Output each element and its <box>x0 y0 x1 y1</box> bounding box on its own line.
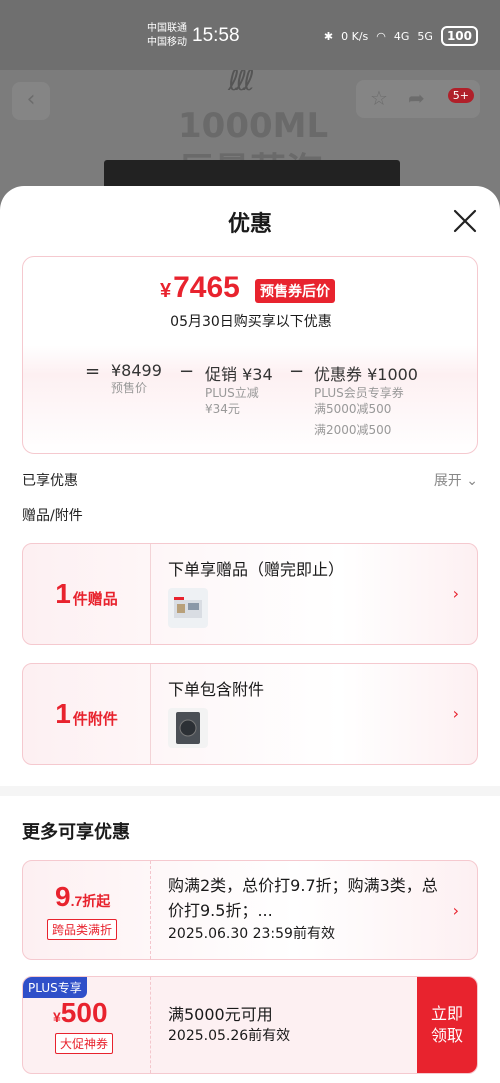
steam-icon: ℓℓℓ <box>228 70 255 97</box>
promo-desc-1: PLUS立减 <box>205 386 259 400</box>
expand-label: 展开 <box>433 473 462 489</box>
claim-coupon-button[interactable]: 立即 领取 <box>417 977 477 1073</box>
expand-button[interactable]: 展开 ⌄ <box>434 470 478 490</box>
accessory-count-number: 1 <box>55 698 71 729</box>
discount-rate-suffix: .7折起 <box>70 893 111 909</box>
coupon-tag: 大促神券 <box>55 1033 114 1054</box>
share-icon[interactable]: ➦ <box>408 86 425 110</box>
gift-card[interactable]: 1 件赠品 下单享赠品（赠完即止） › <box>22 543 478 645</box>
gift-count-unit: 件赠品 <box>72 589 118 608</box>
presale-price: ¥8499 <box>111 361 162 380</box>
accessory-thumbnail <box>168 708 208 748</box>
coupon-currency: ¥ <box>53 1009 61 1025</box>
equals-sign: = <box>85 361 101 382</box>
status-bar: 中国联通 中国移动 15:58 ✱ 0 K/s ◠ 4G 5G 100 <box>0 0 500 70</box>
battery-indicator: 100 <box>440 26 478 46</box>
presale-price-item: ¥8499 预售价 <box>111 361 162 396</box>
promo-item: 促销 ¥34 PLUS立减 ¥34元 <box>205 361 273 417</box>
promo-title: 促销 ¥34 <box>205 365 273 384</box>
sheet-title: 优惠 <box>227 212 272 237</box>
promo-desc-2: ¥34元 <box>205 402 240 416</box>
price-summary-card: ¥7465 预售券后价 05月30日购买享以下优惠 = ¥8499 预售价 − … <box>22 256 478 454</box>
discount-rate: 9.7折起 <box>55 881 110 913</box>
discount-rate-number: 9 <box>55 881 71 912</box>
gift-count-number: 1 <box>55 578 71 609</box>
coupon-title: 优惠券 ¥1000 <box>314 365 418 384</box>
gift-section-label: 赠品/附件 <box>22 508 83 524</box>
carrier-1: 中国联通 <box>147 23 187 34</box>
more-discounts-title: 更多可享优惠 <box>22 822 130 843</box>
gift-title: 下单享赠品（赠完即止） <box>168 560 345 579</box>
background-product-page: ‹ ℓℓℓ 1000ML 巨量蒸汽 ☆ ➦ 5+ <box>0 70 500 200</box>
final-price-value: 7465 <box>173 271 240 304</box>
enjoyed-label: 已享优惠 <box>22 473 78 489</box>
back-button[interactable]: ‹ <box>12 82 50 120</box>
discount-sheet: 优惠 ¥7465 预售券后价 05月30日购买享以下优惠 = ¥8499 预售价… <box>0 186 500 1083</box>
carrier-2: 中国移动 <box>147 37 187 48</box>
discount-left-panel: 9.7折起 跨品类满折 <box>23 861 151 959</box>
signal-4g: 4G <box>393 29 410 43</box>
coupon-amount: ¥500 <box>53 997 108 1029</box>
coupon-validity: 2025.05.26前有效 <box>168 1028 291 1044</box>
accessory-title: 下单包含附件 <box>168 680 265 699</box>
coupon-desc-3: 满2000减500 <box>314 423 392 437</box>
coupon-left-panel: PLUS专享 ¥500 大促神券 <box>23 977 151 1073</box>
coupon-amount-value: 500 <box>60 997 108 1028</box>
accessory-count: 1 件附件 <box>23 664 151 764</box>
minus-sign-1: − <box>179 361 195 382</box>
carrier-info: 中国联通 中国移动 <box>147 22 187 50</box>
chevron-right-icon: › <box>452 584 459 603</box>
cart-badge: 5+ <box>447 88 474 103</box>
system-icons: ✱ 0 K/s ◠ 4G 5G 100 <box>324 26 478 46</box>
coupon-item: 优惠券 ¥1000 PLUS会员专享券 满5000减500 满2000减500 <box>314 361 418 438</box>
gift-thumbnail <box>168 588 208 628</box>
final-price-tag: 预售券后价 <box>255 279 335 303</box>
coupon-condition: 满5000元可用 <box>168 1005 273 1024</box>
net-speed: 0 K/s <box>341 29 369 43</box>
final-price: ¥7465 <box>160 271 240 305</box>
final-price-symbol: ¥ <box>160 280 172 302</box>
section-divider <box>0 786 500 796</box>
discount-description: 购满2类，总价打9.7折；购满3类，总价打9.5折；... <box>168 876 438 920</box>
top-actions: ☆ ➦ 5+ <box>356 80 480 118</box>
minus-sign-2: − <box>289 361 305 382</box>
coupon-desc-2: 满5000减500 <box>314 402 392 416</box>
close-icon[interactable] <box>452 208 478 234</box>
chevron-right-icon: › <box>452 901 459 920</box>
signal-5g: 5G <box>417 29 433 43</box>
wifi-icon: ◠ <box>376 29 386 43</box>
plus-coupon-card: PLUS专享 ¥500 大促神券 满5000元可用 2025.05.26前有效 … <box>22 976 478 1074</box>
chevron-right-icon: › <box>452 704 459 723</box>
plus-exclusive-badge: PLUS专享 <box>23 977 87 998</box>
presale-label: 预售价 <box>111 381 148 395</box>
accessory-count-unit: 件附件 <box>72 709 118 728</box>
chevron-down-icon: ⌄ <box>466 473 478 489</box>
accessory-card[interactable]: 1 件附件 下单包含附件 › <box>22 663 478 765</box>
coupon-desc-1: PLUS会员专享券 <box>314 386 404 400</box>
steam-capacity-text: 1000ML <box>178 106 329 146</box>
cross-category-discount-card[interactable]: 9.7折起 跨品类满折 购满2类，总价打9.7折；购满3类，总价打9.5折；..… <box>22 860 478 960</box>
favorite-icon[interactable]: ☆ <box>370 86 388 110</box>
clock: 15:58 <box>192 25 240 46</box>
discount-validity: 2025.06.30 23:59前有效 <box>168 926 335 942</box>
bluetooth-icon: ✱ <box>323 29 334 43</box>
discount-tag: 跨品类满折 <box>47 919 118 940</box>
price-note: 05月30日购买享以下优惠 <box>170 314 332 330</box>
gift-count: 1 件赠品 <box>23 544 151 644</box>
